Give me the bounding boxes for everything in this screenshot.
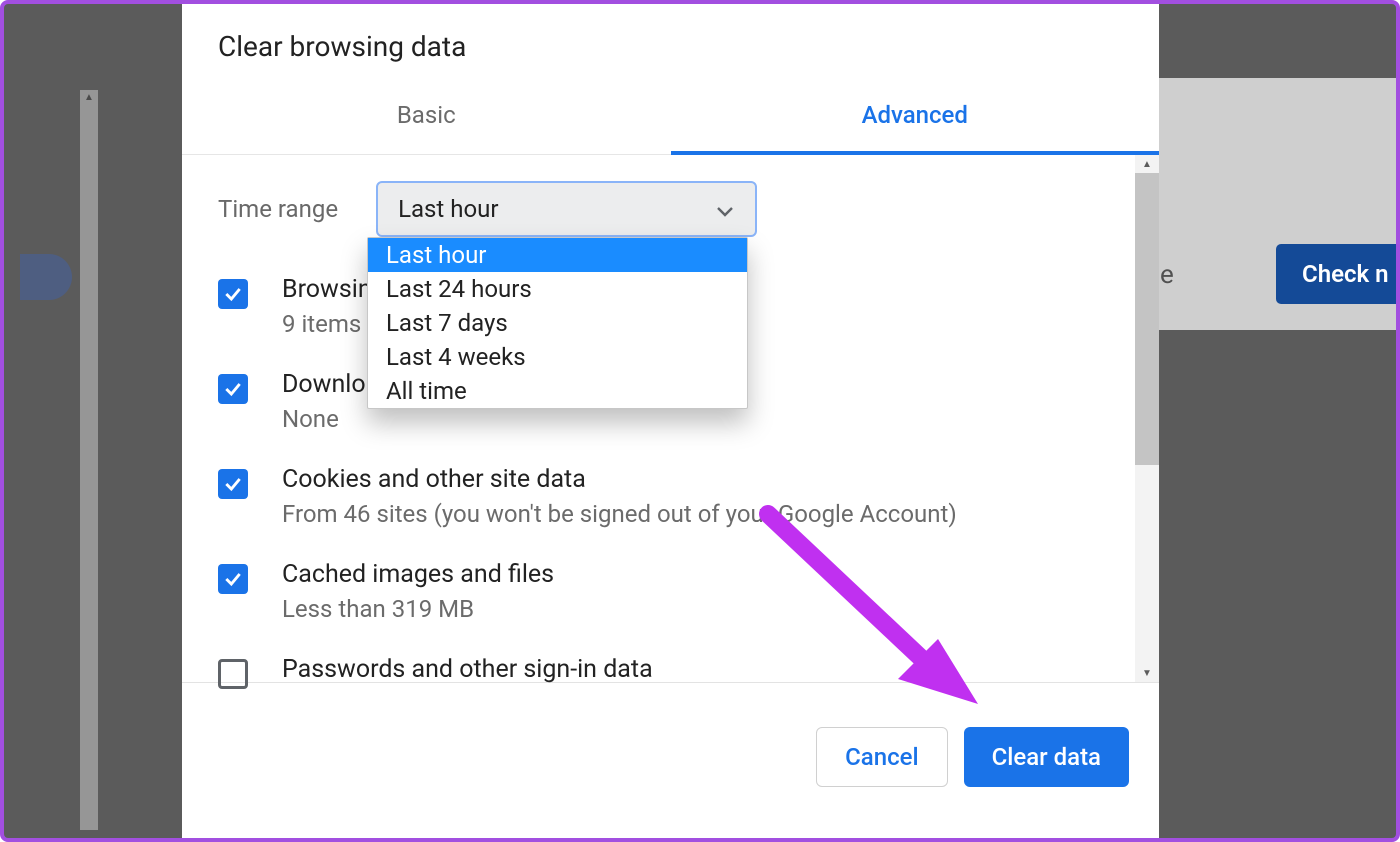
item-subtitle: From 46 sites (you won't be signed out o… bbox=[282, 500, 957, 528]
tab-advanced[interactable]: Advanced bbox=[671, 89, 1160, 155]
item-title: Cookies and other site data bbox=[282, 465, 957, 494]
item-subtitle: None bbox=[282, 405, 475, 433]
time-range-label: Time range bbox=[218, 195, 338, 223]
tab-basic[interactable]: Basic bbox=[182, 89, 671, 154]
cancel-button[interactable]: Cancel bbox=[816, 727, 947, 787]
clear-data-button[interactable]: Clear data bbox=[964, 727, 1129, 787]
scroll-down-icon[interactable] bbox=[1135, 664, 1159, 682]
checkbox-cached[interactable] bbox=[218, 564, 248, 594]
chevron-down-icon bbox=[717, 195, 733, 223]
background-text-fragment: e bbox=[1160, 260, 1174, 290]
dropdown-option-last-7-days[interactable]: Last 7 days bbox=[368, 306, 747, 340]
background-check-button: Check n bbox=[1276, 244, 1396, 304]
clear-browsing-data-dialog: Clear browsing data Basic Advanced Time … bbox=[182, 0, 1159, 838]
dropdown-option-last-24-hours[interactable]: Last 24 hours bbox=[368, 272, 747, 306]
dropdown-option-last-4-weeks[interactable]: Last 4 weeks bbox=[368, 340, 747, 374]
background-scrollbar-up-icon bbox=[80, 90, 98, 104]
time-range-dropdown: Last hour Last 24 hours Last 7 days Last… bbox=[367, 237, 748, 409]
background-scrollbar bbox=[80, 90, 98, 830]
checkbox-cookies[interactable] bbox=[218, 469, 248, 499]
item-cached: Cached images and files Less than 319 MB bbox=[218, 544, 1123, 639]
dropdown-option-all-time[interactable]: All time bbox=[368, 374, 747, 408]
dialog-scrollbar[interactable] bbox=[1135, 155, 1159, 682]
item-passwords: Passwords and other sign-in data bbox=[218, 639, 1123, 689]
checkbox-browsing-history[interactable] bbox=[218, 279, 248, 309]
dropdown-option-last-hour[interactable]: Last hour bbox=[368, 238, 747, 272]
item-title: Passwords and other sign-in data bbox=[282, 655, 653, 684]
scroll-thumb[interactable] bbox=[1135, 173, 1159, 465]
item-cookies: Cookies and other site data From 46 site… bbox=[218, 449, 1123, 544]
dialog-title: Clear browsing data bbox=[182, 0, 1159, 89]
time-range-select[interactable]: Last hour bbox=[376, 181, 757, 237]
checkbox-passwords[interactable] bbox=[218, 659, 248, 689]
dialog-body: Time range Last hour Last hour Last 24 h… bbox=[182, 155, 1159, 682]
dialog-tabs: Basic Advanced bbox=[182, 89, 1159, 155]
item-subtitle: Less than 319 MB bbox=[282, 595, 554, 623]
dialog-footer: Cancel Clear data bbox=[182, 682, 1159, 831]
scroll-up-icon[interactable] bbox=[1135, 155, 1159, 173]
background-nav-pill bbox=[20, 254, 72, 300]
item-title: Cached images and files bbox=[282, 560, 554, 589]
time-range-selected-value: Last hour bbox=[398, 195, 498, 223]
checkbox-download-history[interactable] bbox=[218, 374, 248, 404]
